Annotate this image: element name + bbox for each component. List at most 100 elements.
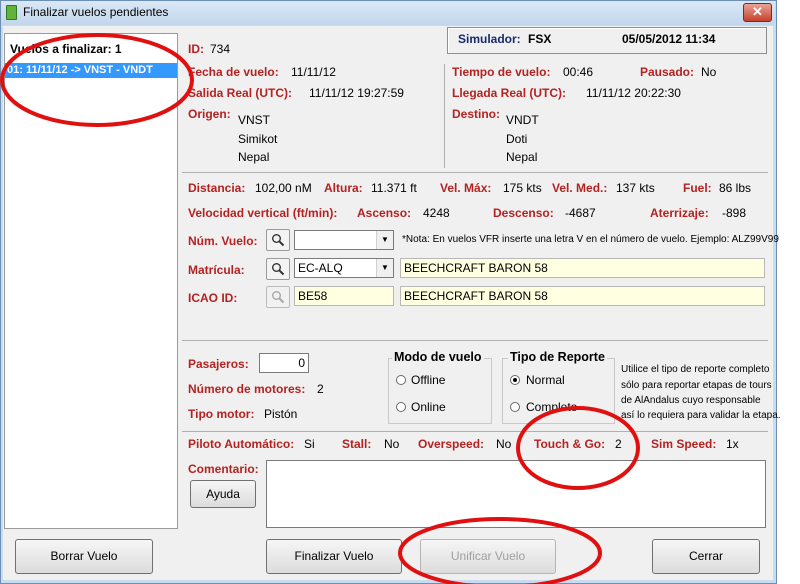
pausado-value: No bbox=[701, 65, 717, 79]
altura-label: Altura: bbox=[324, 181, 363, 195]
magnifier-icon[interactable] bbox=[266, 258, 290, 280]
velmed-value: 137 kts bbox=[616, 181, 655, 195]
velmax-value: 175 kts bbox=[503, 181, 542, 195]
flights-list[interactable] bbox=[4, 33, 178, 529]
chevron-down-icon[interactable]: ▼ bbox=[376, 231, 393, 249]
modo-vuelo-title: Modo de vuelo bbox=[392, 350, 484, 364]
ascenso-label: Ascenso: bbox=[357, 206, 412, 220]
motores-label: Número de motores: bbox=[188, 382, 306, 396]
modo-vuelo-group bbox=[388, 358, 492, 424]
origen-label: Origen: bbox=[188, 107, 231, 121]
normal-radio[interactable] bbox=[510, 375, 520, 385]
flights-list-title: Vuelos a finalizar: 1 bbox=[10, 42, 122, 56]
destino-country: Nepal bbox=[506, 150, 538, 164]
fuel-value: 86 lbs bbox=[719, 181, 752, 195]
matricula-value: EC-ALQ bbox=[298, 261, 343, 275]
pausado-label: Pausado: bbox=[640, 65, 695, 79]
vertical-speed-label: Velocidad vertical (ft/min): bbox=[188, 206, 338, 220]
magnifier-icon[interactable] bbox=[266, 229, 290, 251]
stall-label: Stall: bbox=[342, 437, 372, 451]
tipo-reporte-group bbox=[502, 358, 615, 424]
simulator-label: Simulador: bbox=[458, 32, 521, 46]
vfr-note: *Nota: En vuelos VFR inserte una letra V… bbox=[402, 234, 779, 245]
simulator-value: FSX bbox=[528, 32, 552, 46]
borrar-vuelo-button[interactable]: Borrar Vuelo bbox=[15, 539, 153, 574]
numvuelo-combo[interactable]: ▼ bbox=[294, 230, 394, 250]
salida-value: 11/11/12 19:27:59 bbox=[309, 86, 404, 100]
touchgo-label: Touch & Go: bbox=[534, 437, 606, 451]
velmax-label: Vel. Máx: bbox=[440, 181, 492, 195]
overspeed-label: Overspeed: bbox=[418, 437, 485, 451]
altura-value: 11.371 ft bbox=[371, 181, 417, 195]
close-button[interactable]: ✕ bbox=[743, 3, 772, 22]
fecha-value: 11/11/12 bbox=[291, 65, 336, 79]
reporte-info-line: Utilice el tipo de reporte completo bbox=[621, 364, 770, 375]
divider bbox=[182, 172, 768, 173]
online-radio[interactable] bbox=[396, 402, 406, 412]
reporte-info-line: así lo requiera para validar la etapa. bbox=[621, 410, 781, 421]
motores-value: 2 bbox=[317, 382, 324, 396]
id-value: 734 bbox=[210, 42, 231, 56]
distancia-value: 102,00 nM bbox=[255, 181, 312, 195]
tiempo-label: Tiempo de vuelo: bbox=[452, 65, 551, 79]
offline-radio[interactable] bbox=[396, 375, 406, 385]
unificar-vuelo-button[interactable]: Unificar Vuelo bbox=[420, 539, 556, 574]
ascenso-value: 4248 bbox=[423, 206, 450, 220]
descenso-value: -4687 bbox=[565, 206, 596, 220]
app-icon bbox=[6, 5, 17, 20]
simulator-datetime: 05/05/2012 11:34 bbox=[622, 32, 716, 46]
online-label: Online bbox=[411, 400, 446, 414]
divider bbox=[182, 431, 768, 432]
comment-textarea[interactable] bbox=[266, 460, 766, 528]
divider bbox=[182, 340, 768, 341]
divider bbox=[444, 64, 445, 168]
distancia-label: Distancia: bbox=[188, 181, 246, 195]
matricula-description: BEECHCRAFT BARON 58 bbox=[400, 258, 765, 278]
completo-radio[interactable] bbox=[510, 402, 520, 412]
simspeed-label: Sim Speed: bbox=[651, 437, 717, 451]
matricula-combo[interactable]: EC-ALQ ▼ bbox=[294, 258, 394, 278]
chevron-down-icon[interactable]: ▼ bbox=[376, 259, 393, 277]
offline-label: Offline bbox=[411, 373, 446, 387]
matricula-label: Matrícula: bbox=[188, 263, 245, 277]
help-button[interactable]: Ayuda bbox=[190, 480, 256, 508]
cerrar-button[interactable]: Cerrar bbox=[652, 539, 760, 574]
simspeed-value: 1x bbox=[726, 437, 739, 451]
llegada-label: Llegada Real (UTC): bbox=[452, 86, 567, 100]
velmed-label: Vel. Med.: bbox=[552, 181, 608, 195]
origen-code: VNST bbox=[238, 113, 271, 127]
tipo-reporte-title: Tipo de Reporte bbox=[508, 350, 607, 364]
magnifier-icon[interactable] bbox=[266, 286, 290, 308]
numvuelo-label: Núm. Vuelo: bbox=[188, 234, 258, 248]
piloto-value: Si bbox=[304, 437, 315, 451]
pasajeros-input[interactable]: 0 bbox=[259, 353, 309, 373]
aterrizaje-label: Aterrizaje: bbox=[650, 206, 709, 220]
origen-country: Nepal bbox=[238, 150, 270, 164]
completo-label: Completo bbox=[526, 400, 578, 414]
tipomotor-label: Tipo motor: bbox=[188, 407, 255, 421]
overspeed-value: No bbox=[496, 437, 512, 451]
origen-city: Simikot bbox=[238, 132, 278, 146]
icao-label: ICAO ID: bbox=[188, 291, 238, 305]
pasajeros-label: Pasajeros: bbox=[188, 357, 249, 371]
tipomotor-value: Pistón bbox=[264, 407, 298, 421]
finalizar-vuelo-button[interactable]: Finalizar Vuelo bbox=[266, 539, 402, 574]
tiempo-value: 00:46 bbox=[563, 65, 594, 79]
comentario-label: Comentario: bbox=[188, 462, 259, 476]
salida-label: Salida Real (UTC): bbox=[188, 86, 293, 100]
reporte-info-line: sólo para reportar etapas de tours bbox=[621, 380, 772, 391]
destino-code: VNDT bbox=[506, 113, 539, 127]
id-label: ID: bbox=[188, 42, 204, 56]
flights-list-item[interactable]: 01: 11/11/12 -> VNST - VNDT bbox=[5, 63, 177, 78]
window-title: Finalizar vuelos pendientes bbox=[23, 5, 169, 19]
aterrizaje-value: -898 bbox=[722, 206, 747, 220]
normal-label: Normal bbox=[526, 373, 565, 387]
descenso-label: Descenso: bbox=[493, 206, 554, 220]
destino-label: Destino: bbox=[452, 107, 500, 121]
stall-value: No bbox=[384, 437, 400, 451]
icao-description: BEECHCRAFT BARON 58 bbox=[400, 286, 765, 306]
piloto-label: Piloto Automático: bbox=[188, 437, 295, 451]
fecha-label: Fecha de vuelo: bbox=[188, 65, 279, 79]
reporte-info-line: de AlAndalus cuyo responsable bbox=[621, 395, 761, 406]
icao-field[interactable]: BE58 bbox=[294, 286, 394, 306]
